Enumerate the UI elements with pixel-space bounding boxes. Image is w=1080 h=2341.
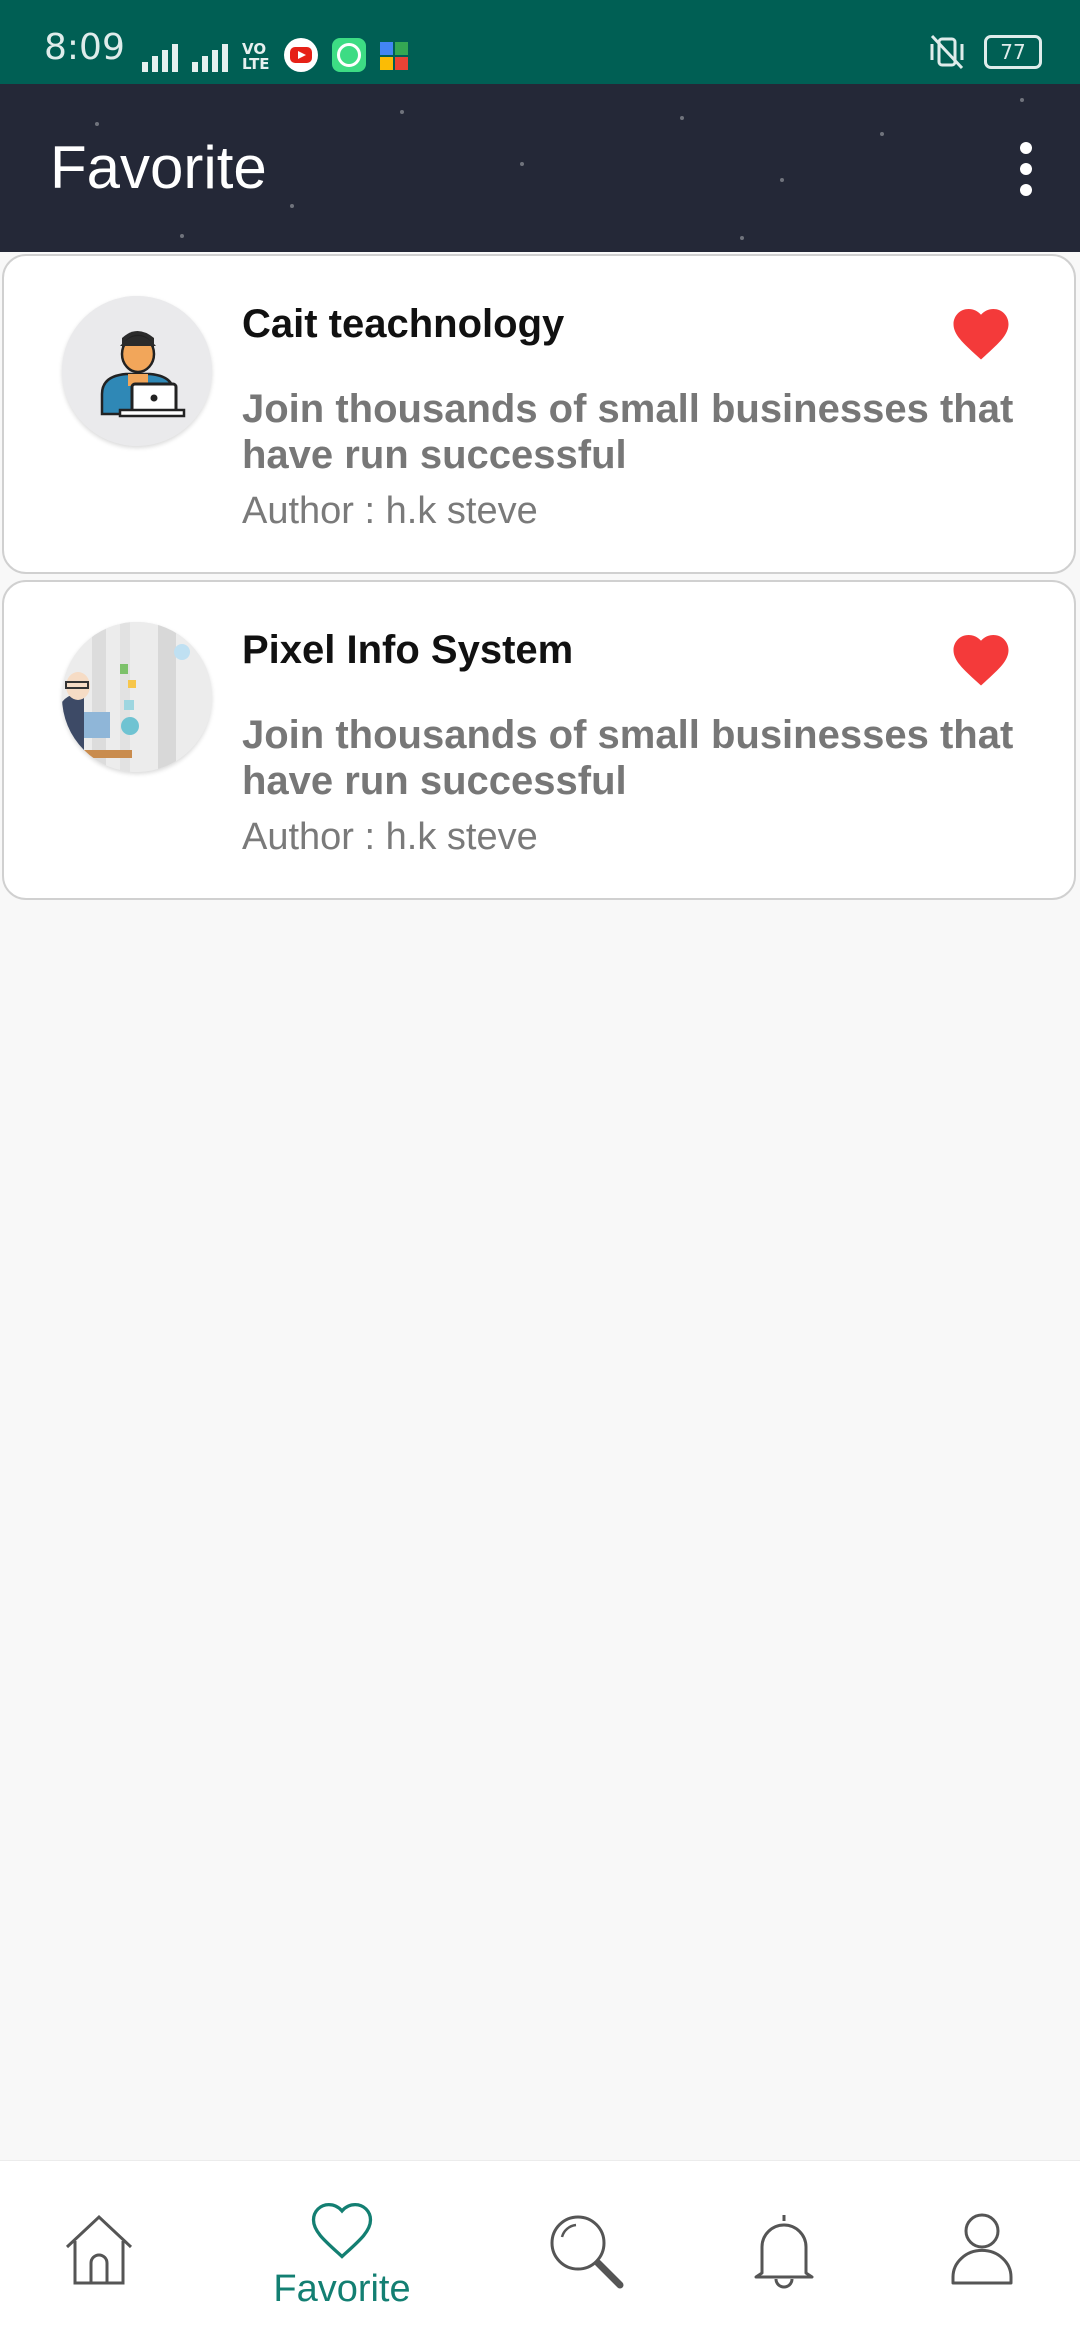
- card-author: Author : h.k steve: [242, 816, 538, 858]
- status-right: 77: [928, 34, 1042, 70]
- business-illustration-icon: [62, 622, 212, 772]
- status-bar: 8:09 VO LTE 77: [0, 0, 1080, 84]
- more-vert-icon: [1020, 142, 1032, 154]
- favorite-card[interactable]: Cait teachnology Join thousands of small…: [2, 254, 1076, 574]
- play-store-icon: [379, 42, 410, 72]
- nav-home[interactable]: [58, 2161, 140, 2341]
- battery-indicator: 77: [984, 35, 1042, 69]
- app-notification-icon: [331, 38, 366, 72]
- vibrate-off-icon: [930, 34, 964, 70]
- favorite-card[interactable]: Pixel Info System Join thousands of smal…: [2, 580, 1076, 900]
- nav-notifications[interactable]: [744, 2161, 824, 2341]
- nav-search[interactable]: [546, 2161, 626, 2341]
- bottom-navigation: Favorite: [0, 2160, 1080, 2341]
- heart-outline-icon: [311, 2202, 373, 2259]
- card-title: Cait teachnology: [242, 302, 565, 346]
- card-description: Join thousands of small businesses that …: [242, 387, 1014, 477]
- page-title: Favorite: [50, 134, 267, 201]
- nav-profile[interactable]: [944, 2161, 1020, 2341]
- status-time: 8:09: [44, 27, 125, 68]
- heart-filled-icon: [953, 309, 1009, 360]
- company-avatar: [62, 296, 212, 446]
- app-bar: Favorite: [0, 84, 1080, 252]
- search-icon: [550, 2215, 624, 2289]
- signal-4g-icon: [142, 40, 178, 72]
- youtube-icon: [283, 38, 318, 72]
- volte-icon: VO LTE: [242, 40, 270, 73]
- signal-icon: [192, 40, 228, 72]
- heart-filled-icon: [953, 635, 1009, 686]
- home-icon: [65, 2214, 133, 2285]
- unfavorite-button[interactable]: [948, 300, 1014, 362]
- overflow-menu-button[interactable]: [1016, 142, 1036, 196]
- bell-icon: [754, 2215, 814, 2289]
- nav-favorite[interactable]: Favorite: [262, 2161, 422, 2341]
- status-icons: VO LTE: [142, 32, 410, 72]
- nav-favorite-label: Favorite: [273, 2268, 411, 2310]
- company-avatar: [62, 622, 212, 772]
- person-laptop-icon: [62, 296, 212, 446]
- unfavorite-button[interactable]: [948, 626, 1014, 688]
- card-description: Join thousands of small businesses that …: [242, 713, 1014, 803]
- user-icon: [951, 2213, 1013, 2285]
- card-author: Author : h.k steve: [242, 490, 538, 532]
- card-title: Pixel Info System: [242, 628, 574, 672]
